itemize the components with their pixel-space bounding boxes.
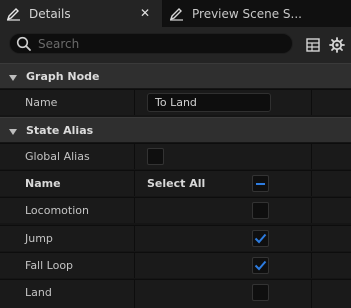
state-row-fall-loop: Fall Loop xyxy=(0,252,351,278)
state-checkbox-jump[interactable] xyxy=(252,230,269,247)
search-box[interactable] xyxy=(9,33,293,54)
global-alias-checkbox[interactable] xyxy=(147,148,164,165)
section-state-alias-title: State Alias xyxy=(26,123,94,137)
table-icon[interactable] xyxy=(305,37,321,53)
search-icon xyxy=(16,36,32,52)
section-graph-node[interactable]: Graph Node xyxy=(0,63,351,88)
global-alias-label: Global Alias xyxy=(25,150,90,163)
state-label: Fall Loop xyxy=(25,259,74,272)
state-checkbox-locomotion[interactable] xyxy=(252,202,269,219)
caret-down-icon xyxy=(8,72,18,81)
tab-details[interactable]: Details ✕ xyxy=(0,0,162,27)
select-all-checkbox[interactable] xyxy=(252,175,269,192)
tab-preview-label: Preview Scene S... xyxy=(192,6,302,21)
property-row-name: Name To Land xyxy=(0,89,351,115)
name-label: Name xyxy=(25,96,58,109)
pencil-icon xyxy=(169,7,187,21)
select-all-label: Select All xyxy=(147,177,206,190)
state-list-header: Name Select All xyxy=(0,170,351,196)
details-toolbar xyxy=(0,27,351,63)
section-graph-node-title: Graph Node xyxy=(26,69,100,83)
indeterminate-icon xyxy=(256,182,265,185)
state-row-land: Land xyxy=(0,279,351,308)
state-label: Locomotion xyxy=(25,204,89,217)
close-icon[interactable]: ✕ xyxy=(140,5,150,21)
tab-details-label: Details xyxy=(29,6,71,21)
name-field[interactable]: To Land xyxy=(147,93,271,112)
search-input[interactable] xyxy=(38,36,278,51)
column-header-name: Name xyxy=(25,177,61,190)
property-row-global-alias: Global Alias xyxy=(0,143,351,169)
tab-bar: Details ✕ Preview Scene S... xyxy=(0,0,351,27)
state-row-jump: Jump xyxy=(0,225,351,251)
tab-preview-scene-settings[interactable]: Preview Scene S... xyxy=(163,0,351,27)
pencil-icon xyxy=(6,7,24,21)
checkmark-icon xyxy=(254,233,267,244)
gear-icon[interactable] xyxy=(329,37,345,53)
section-state-alias[interactable]: State Alias xyxy=(0,117,351,142)
state-label: Jump xyxy=(25,232,53,245)
state-row-locomotion: Locomotion xyxy=(0,197,351,223)
state-label: Land xyxy=(25,286,52,299)
caret-down-icon xyxy=(8,126,18,135)
state-checkbox-fall-loop[interactable] xyxy=(252,257,269,274)
checkmark-icon xyxy=(254,260,267,271)
state-checkbox-land[interactable] xyxy=(252,284,269,301)
